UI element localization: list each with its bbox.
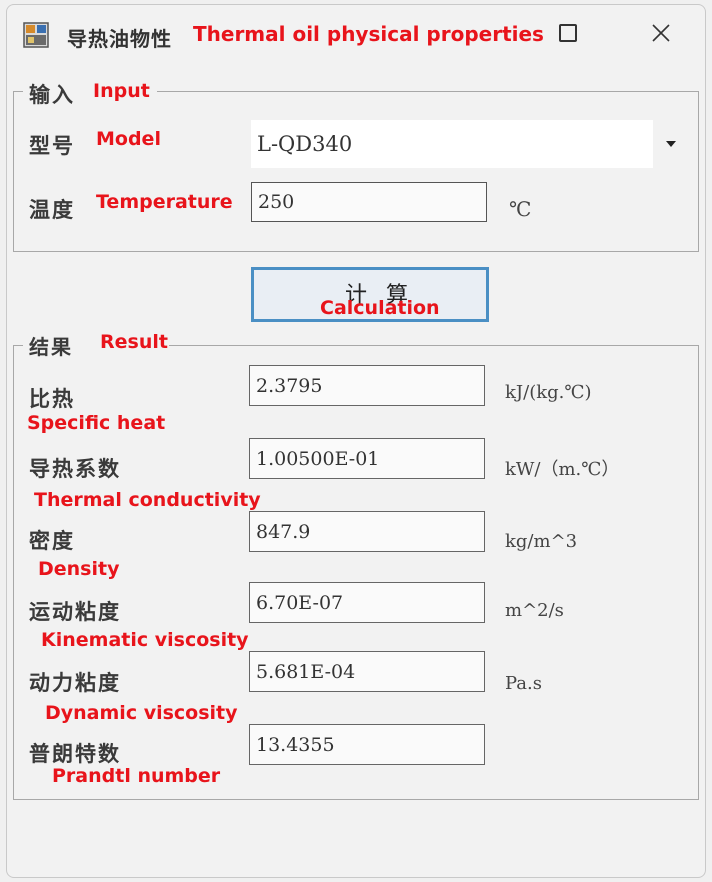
maximize-button[interactable] bbox=[559, 24, 577, 42]
temperature-input-value: 250 bbox=[258, 191, 295, 213]
thermal-conductivity-unit: kW/（m.℃） bbox=[505, 459, 620, 480]
window-title-annotation: Thermal oil physical properties bbox=[193, 22, 544, 46]
dynamic-viscosity-value[interactable]: 5.681E-04 bbox=[249, 651, 485, 692]
prandtl-number-value-text: 13.4355 bbox=[256, 733, 335, 756]
model-select[interactable]: L-QD340 bbox=[251, 120, 653, 168]
temperature-input[interactable]: 250 bbox=[251, 182, 487, 222]
kinematic-viscosity-value[interactable]: 6.70E-07 bbox=[249, 582, 485, 623]
model-label-annotation: Model bbox=[96, 128, 161, 150]
dynamic-viscosity-unit: Pa.s bbox=[505, 673, 542, 694]
thermal-conductivity-value[interactable]: 1.00500E-01 bbox=[249, 438, 485, 479]
prandtl-number-value[interactable]: 13.4355 bbox=[249, 724, 485, 765]
prandtl-number-label: 普朗特数 bbox=[29, 742, 121, 766]
dynamic-viscosity-value-text: 5.681E-04 bbox=[256, 660, 356, 683]
input-group bbox=[13, 91, 699, 252]
specific-heat-value-text: 2.3795 bbox=[256, 374, 323, 397]
result-group-legend-annotation: Result bbox=[100, 331, 168, 353]
prandtl-number-annotation: Prandtl number bbox=[52, 765, 221, 787]
kinematic-viscosity-annotation: Kinematic viscosity bbox=[41, 629, 249, 651]
kinematic-viscosity-value-text: 6.70E-07 bbox=[256, 591, 344, 614]
result-group-legend: 结果 bbox=[29, 335, 73, 359]
kinematic-viscosity-unit: m^2/s bbox=[505, 600, 564, 621]
density-value-text: 847.9 bbox=[256, 520, 311, 543]
window-title: 导热油物性 bbox=[67, 27, 172, 51]
model-select-value: L-QD340 bbox=[257, 132, 353, 156]
thermal-conductivity-value-text: 1.00500E-01 bbox=[256, 447, 380, 470]
close-icon[interactable] bbox=[647, 19, 675, 47]
calculate-button-annotation: Calculation bbox=[320, 297, 440, 319]
specific-heat-unit: kJ/(kg.℃) bbox=[505, 382, 592, 403]
app-window: 导热油物性 Thermal oil physical properties 输入… bbox=[6, 4, 706, 878]
thermal-conductivity-annotation: Thermal conductivity bbox=[34, 489, 261, 511]
input-group-legend: 输入 bbox=[29, 83, 75, 107]
specific-heat-annotation: Specific heat bbox=[27, 412, 166, 434]
model-label: 型号 bbox=[29, 134, 75, 158]
title-bar: 导热油物性 Thermal oil physical properties bbox=[7, 5, 705, 61]
dynamic-viscosity-label: 动力粘度 bbox=[29, 671, 121, 695]
kinematic-viscosity-label: 运动粘度 bbox=[29, 600, 121, 624]
temperature-label-annotation: Temperature bbox=[96, 191, 233, 213]
temperature-unit: ℃ bbox=[509, 197, 532, 221]
dynamic-viscosity-annotation: Dynamic viscosity bbox=[45, 702, 238, 724]
app-icon bbox=[23, 22, 49, 48]
density-value[interactable]: 847.9 bbox=[249, 511, 485, 552]
density-unit: kg/m^3 bbox=[505, 531, 578, 552]
input-group-legend-annotation: Input bbox=[93, 80, 150, 102]
chevron-down-icon[interactable] bbox=[666, 141, 676, 147]
specific-heat-value[interactable]: 2.3795 bbox=[249, 365, 485, 406]
density-label: 密度 bbox=[29, 529, 75, 553]
density-annotation: Density bbox=[38, 558, 120, 580]
specific-heat-label: 比热 bbox=[29, 387, 75, 411]
thermal-conductivity-label: 导热系数 bbox=[29, 457, 121, 481]
temperature-label: 温度 bbox=[29, 198, 75, 222]
